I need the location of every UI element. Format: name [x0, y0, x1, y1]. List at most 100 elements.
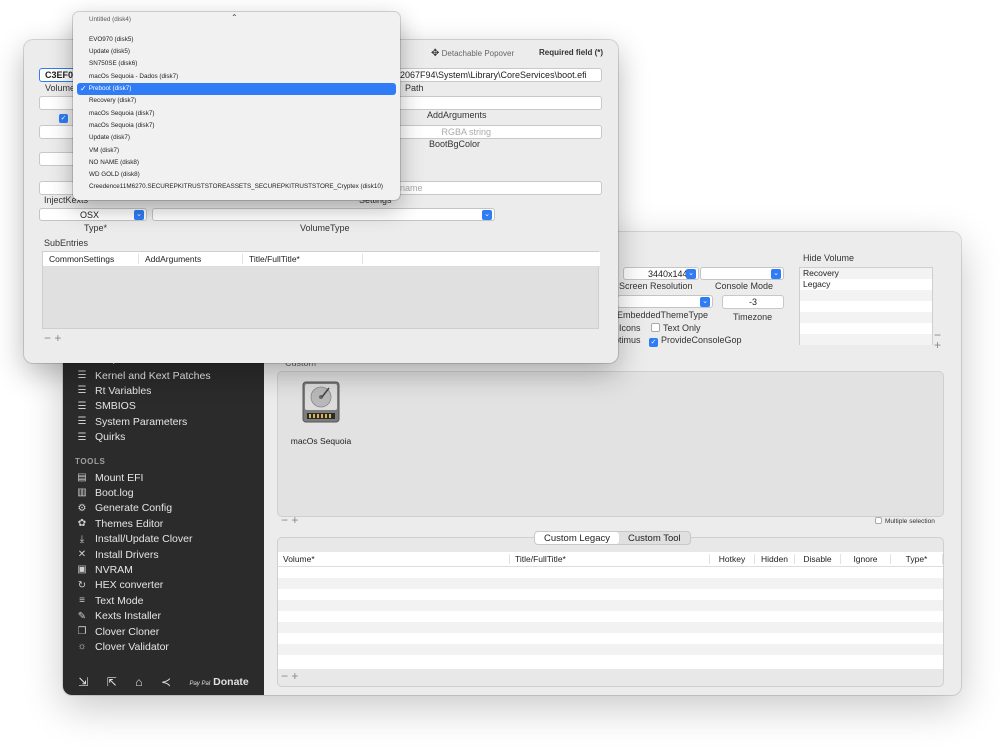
- donate-button[interactable]: Pay Pal Donate: [189, 676, 248, 688]
- hide-volume-row[interactable]: [800, 323, 932, 334]
- table-row[interactable]: [278, 567, 943, 578]
- export-icon[interactable]: ⇱: [107, 675, 117, 689]
- screen-resolution-popup[interactable]: 3440x1440 ⌄: [623, 267, 699, 280]
- sidebar-tool-item[interactable]: ⚙ Generate Config: [75, 501, 173, 516]
- column-header[interactable]: CommonSettings: [43, 254, 139, 264]
- table-row[interactable]: [278, 589, 943, 600]
- sidebar-tool-item[interactable]: ✕ Install Drivers: [75, 547, 159, 562]
- dropdown-option-label: Update (disk7): [89, 134, 130, 142]
- hide-volume-list[interactable]: Recovery Legacy: [799, 267, 933, 345]
- home-icon[interactable]: ⌂: [135, 675, 142, 689]
- subentries-add-remove[interactable]: − +: [44, 331, 61, 345]
- sidebar-toolbar: ⇲ ⇱ ⌂ ≺ Pay Pal Donate: [63, 669, 264, 695]
- chip-icon: ▣: [77, 564, 87, 576]
- share-icon[interactable]: ≺: [161, 675, 171, 689]
- required-field-label: Required field (*): [539, 48, 604, 57]
- table-row[interactable]: [278, 600, 943, 611]
- dropdown-option[interactable]: Untitled (disk4): [77, 15, 396, 23]
- hide-volume-add-button[interactable]: +: [934, 338, 941, 352]
- dropdown-option[interactable]: WD GOLD (disk8): [77, 169, 396, 181]
- table-row[interactable]: [278, 644, 943, 655]
- table-row[interactable]: [278, 622, 943, 633]
- type-popup[interactable]: OSX ⌄: [39, 208, 147, 221]
- import-icon[interactable]: ⇲: [78, 675, 88, 689]
- sidebar-item-label: Kexts Installer: [95, 610, 161, 623]
- sidebar-item[interactable]: ☰ SMBIOS: [75, 399, 136, 414]
- sidebar-tool-item[interactable]: ↻ HEX converter: [75, 578, 163, 593]
- timezone-field[interactable]: -3: [722, 295, 784, 309]
- hide-volume-row[interactable]: Recovery: [800, 268, 932, 279]
- dropdown-option[interactable]: NO NAME (disk8): [77, 156, 396, 168]
- console-mode-label: Console Mode: [715, 281, 774, 291]
- dropdown-option[interactable]: macOs Sequoia (disk7): [77, 107, 396, 119]
- path-field[interactable]: 2067F94\System\Library\CoreServices\boot…: [394, 68, 602, 82]
- table-row[interactable]: [278, 655, 943, 666]
- sidebar-tool-item[interactable]: ✿ Themes Editor: [75, 516, 163, 531]
- dropdown-option[interactable]: Recovery (disk7): [77, 95, 396, 107]
- column-header[interactable]: Hotkey: [710, 554, 755, 564]
- dropdown-option[interactable]: macOs Sequoia (disk7): [77, 119, 396, 131]
- dropdown-option[interactable]: ✓ Preboot (disk7): [77, 82, 396, 95]
- subentries-table[interactable]: CommonSettings AddArguments Title/FullTitl…: [42, 251, 600, 329]
- refresh-icon: ↻: [77, 579, 87, 591]
- hide-volume-row[interactable]: [800, 334, 932, 345]
- multiple-selection-checkbox[interactable]: Multiple selection: [875, 517, 935, 525]
- dropdown-option[interactable]: EVO970 (disk5): [77, 33, 396, 45]
- tab-custom-tool[interactable]: Custom Tool: [619, 532, 690, 544]
- hide-volume-row[interactable]: [800, 301, 932, 312]
- dropdown-option-label: NO NAME (disk8): [89, 158, 140, 166]
- hide-volume-row[interactable]: Legacy: [800, 279, 932, 290]
- console-mode-popup[interactable]: ⌄: [700, 267, 784, 280]
- column-header[interactable]: Disable: [795, 554, 841, 564]
- sidebar-item[interactable]: ☰ Kernel and Kext Patches: [75, 368, 211, 383]
- dropdown-option[interactable]: Update (disk5): [77, 46, 396, 58]
- sidebar-item[interactable]: ☰ Rt Variables: [75, 383, 152, 398]
- column-header[interactable]: Ignore: [841, 554, 891, 564]
- sidebar-tool-item[interactable]: ⤓ Install/Update Clover: [75, 532, 193, 547]
- sidebar-tool-item[interactable]: ☼ Clover Validator: [75, 639, 169, 654]
- column-header[interactable]: Title/FullTitle*: [243, 254, 363, 264]
- sidebar-tool-item[interactable]: ▣ NVRAM: [75, 562, 133, 577]
- table-row[interactable]: [278, 633, 943, 644]
- column-header[interactable]: Hidden: [755, 554, 795, 564]
- legacy-add-remove-buttons[interactable]: − +: [281, 669, 298, 683]
- sidebar-tool-item[interactable]: ▥ Boot.log: [75, 485, 133, 500]
- sidebar-tool-item[interactable]: ▤ Mount EFI: [75, 470, 143, 485]
- entry-macos-sequoia[interactable]: macOs Sequoia: [288, 378, 354, 454]
- tab-custom-legacy[interactable]: Custom Legacy: [535, 532, 620, 544]
- list-icon: ☰: [77, 400, 87, 412]
- volume-dropdown-menu[interactable]: ⌃ Untitled (disk4) EVO970 (disk5) Update (…: [73, 12, 400, 200]
- dropdown-option[interactable]: Update (disk7): [77, 132, 396, 144]
- dropdown-option-label: EVO970 (disk5): [89, 35, 134, 43]
- provide-console-gop-checkbox[interactable]: ✓ ProvideConsoleGop: [649, 335, 742, 347]
- column-header[interactable]: Type*: [891, 554, 943, 564]
- dropdown-option[interactable]: SN750SE (disk6): [77, 58, 396, 70]
- sidebar-item-label: Themes Editor: [95, 517, 164, 530]
- text-only-checkbox[interactable]: Text Only: [651, 323, 701, 333]
- table-row[interactable]: [278, 611, 943, 622]
- enabled-checkbox[interactable]: ✓: [59, 111, 71, 123]
- screen-resolution-label: Screen Resolution: [619, 281, 693, 291]
- column-header[interactable]: AddArguments: [139, 254, 243, 264]
- sidebar-tool-item[interactable]: ✎ Kexts Installer: [75, 609, 161, 624]
- hide-volume-row[interactable]: [800, 312, 932, 323]
- icons-checkbox[interactable]: Icons: [619, 323, 641, 333]
- sidebar-item[interactable]: ☰ System Parameters: [75, 414, 188, 429]
- hide-volume-row[interactable]: [800, 290, 932, 301]
- chevron-down-icon: ⌄: [686, 269, 696, 279]
- move-icon[interactable]: ✥: [431, 48, 439, 59]
- dropdown-option[interactable]: VM (disk7): [77, 144, 396, 156]
- entries-remove-button[interactable]: − +: [281, 513, 298, 527]
- dropdown-option[interactable]: Creedence11M6270.SECUREPKITRUSTSTOREASSE…: [77, 181, 396, 193]
- sidebar-tool-item[interactable]: ≡ Text Mode: [75, 593, 143, 608]
- sun-icon: ☼: [77, 641, 87, 653]
- dropdown-option[interactable]: macOs Sequoia - Dados (disk7): [77, 70, 396, 82]
- volume-type-popup[interactable]: ⌄: [152, 208, 495, 221]
- column-header[interactable]: Title/FullTitle*: [510, 554, 710, 564]
- table-row[interactable]: [278, 578, 943, 589]
- column-header[interactable]: Volume*: [278, 554, 510, 564]
- sidebar-item[interactable]: ☰ Quirks: [75, 430, 126, 445]
- legacy-table[interactable]: Volume* Title/FullTitle* Hotkey Hidden Disab…: [278, 552, 943, 669]
- embedded-theme-popup[interactable]: ⌄: [617, 295, 713, 308]
- sidebar-tool-item[interactable]: ❐ Clover Cloner: [75, 624, 160, 639]
